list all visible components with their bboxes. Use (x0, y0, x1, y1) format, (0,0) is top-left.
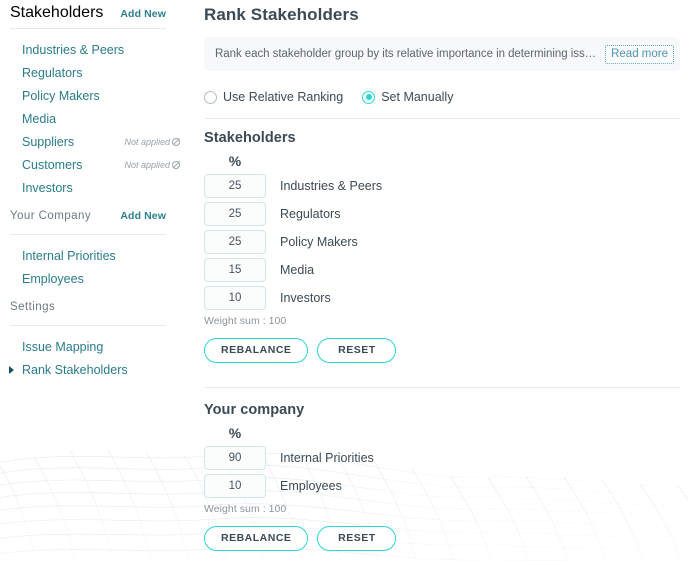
weight-sum-your-company: Weight sum : 100 (204, 503, 680, 515)
sidebar-item-suppliers[interactable]: Suppliers Not applied (0, 130, 190, 153)
weight-row-label: Media (280, 263, 314, 277)
no-entry-icon (172, 161, 180, 169)
rebalance-button-your-company[interactable]: REBALANCE (204, 526, 308, 551)
percent-column-header: % (204, 425, 266, 441)
sidebar-item-label: Media (22, 112, 56, 126)
sidebar-item-label: Policy Makers (22, 89, 100, 103)
sidebar-item-label: Rank Stakeholders (22, 363, 128, 377)
sidebar-section-your-company: Your Company Add New Internal Priorities… (0, 210, 190, 290)
sidebar-item-label: Industries & Peers (22, 43, 124, 57)
weight-row-label: Investors (280, 291, 331, 305)
app-root: Stakeholders Add New Industries & Peers … (0, 0, 688, 561)
sidebar-item-label: Internal Priorities (22, 249, 116, 263)
weight-sum-stakeholders: Weight sum : 100 (204, 315, 680, 327)
not-applied-text: Not applied (124, 160, 170, 170)
info-banner: Rank each stakeholder group by its relat… (204, 37, 680, 71)
add-new-stakeholder-link[interactable]: Add New (120, 8, 166, 20)
sidebar-section-stakeholders: Stakeholders Add New Industries & Peers … (0, 4, 190, 199)
weight-row: Media (204, 256, 680, 284)
weight-input-investors[interactable] (204, 286, 266, 310)
your-company-weight-rows: Internal Priorities Employees (204, 444, 680, 500)
sidebar-section-header: Stakeholders Add New (0, 4, 190, 24)
weight-row: Industries & Peers (204, 172, 680, 200)
section-divider (204, 387, 680, 388)
stakeholders-weight-rows: Industries & Peers Regulators Policy Mak… (204, 172, 680, 312)
reset-button-stakeholders[interactable]: RESET (317, 338, 396, 363)
sidebar-item-rank-stakeholders[interactable]: Rank Stakeholders (0, 358, 190, 381)
sidebar-section-title: Settings (10, 301, 55, 313)
weight-input-industries-peers[interactable] (204, 174, 266, 198)
sidebar-item-industries-peers[interactable]: Industries & Peers (0, 38, 190, 61)
read-more-button[interactable]: Read more (605, 45, 674, 64)
sidebar-section-header: Settings (0, 301, 190, 321)
weight-row: Investors (204, 284, 680, 312)
sidebar-item-label: Employees (22, 272, 84, 286)
sidebar-item-label: Investors (22, 181, 73, 195)
reset-button-your-company[interactable]: RESET (317, 526, 396, 551)
not-applied-text: Not applied (124, 137, 170, 147)
sidebar-item-investors[interactable]: Investors (0, 176, 190, 199)
sidebar-item-policy-makers[interactable]: Policy Makers (0, 84, 190, 107)
sidebar-item-issue-mapping[interactable]: Issue Mapping (0, 335, 190, 358)
page-title: Rank Stakeholders (204, 5, 680, 25)
sidebar-item-employees[interactable]: Employees (0, 267, 190, 290)
weight-row-label: Policy Makers (280, 235, 358, 249)
weight-row-label: Employees (280, 479, 342, 493)
stakeholders-action-buttons: REBALANCE RESET (204, 338, 680, 363)
sidebar-divider (10, 28, 166, 29)
add-new-company-link[interactable]: Add New (120, 210, 166, 222)
your-company-action-buttons: REBALANCE RESET (204, 526, 680, 551)
sidebar-item-regulators[interactable]: Regulators (0, 61, 190, 84)
sidebar-item-label: Issue Mapping (22, 340, 103, 354)
weight-input-regulators[interactable] (204, 202, 266, 226)
radio-label: Set Manually (381, 90, 453, 104)
weight-row-label: Industries & Peers (280, 179, 382, 193)
weight-input-internal-priorities[interactable] (204, 446, 266, 470)
active-caret-icon (9, 366, 14, 374)
radio-use-relative-ranking[interactable]: Use Relative Ranking (204, 90, 343, 104)
weight-input-employees[interactable] (204, 474, 266, 498)
sidebar-item-label: Suppliers (22, 135, 74, 149)
section-divider (204, 118, 680, 119)
not-applied-badge: Not applied (124, 137, 180, 147)
sidebar-divider (10, 234, 166, 235)
section-title-stakeholders: Stakeholders (204, 130, 680, 146)
percent-column-header: % (204, 153, 266, 169)
sidebar-item-media[interactable]: Media (0, 107, 190, 130)
not-applied-badge: Not applied (124, 160, 180, 170)
sidebar-section-title: Stakeholders (10, 4, 103, 22)
sidebar-divider (10, 325, 166, 326)
weight-row: Regulators (204, 200, 680, 228)
sidebar-section-settings: Settings Issue Mapping Rank Stakeholders (0, 301, 190, 381)
weight-input-media[interactable] (204, 258, 266, 282)
section-title-your-company: Your company (204, 402, 680, 418)
sidebar-item-customers[interactable]: Customers Not applied (0, 153, 190, 176)
radio-set-manually[interactable]: Set Manually (362, 90, 453, 104)
weight-row: Employees (204, 472, 680, 500)
radio-circle-icon (204, 91, 217, 104)
weight-row-label: Regulators (280, 207, 340, 221)
weight-row: Policy Makers (204, 228, 680, 256)
weight-row-label: Internal Priorities (280, 451, 374, 465)
radio-circle-selected-icon (362, 91, 375, 104)
rebalance-button-stakeholders[interactable]: REBALANCE (204, 338, 308, 363)
weight-input-policy-makers[interactable] (204, 230, 266, 254)
no-entry-icon (172, 138, 180, 146)
radio-label: Use Relative Ranking (223, 90, 343, 104)
sidebar: Stakeholders Add New Industries & Peers … (0, 0, 190, 561)
sidebar-item-label: Regulators (22, 66, 82, 80)
your-company-weight-section: Your company % Internal Priorities Emplo… (204, 402, 680, 551)
weight-row: Internal Priorities (204, 444, 680, 472)
sidebar-item-label: Customers (22, 158, 82, 172)
info-banner-text: Rank each stakeholder group by its relat… (215, 48, 599, 60)
ranking-mode-radio-group: Use Relative Ranking Set Manually (204, 87, 680, 107)
sidebar-item-internal-priorities[interactable]: Internal Priorities (0, 244, 190, 267)
sidebar-section-title: Your Company (10, 210, 91, 222)
stakeholders-weight-section: Stakeholders % Industries & Peers Regula… (204, 130, 680, 363)
sidebar-section-header: Your Company Add New (0, 210, 190, 230)
main-content: Rank Stakeholders Rank each stakeholder … (204, 0, 688, 561)
